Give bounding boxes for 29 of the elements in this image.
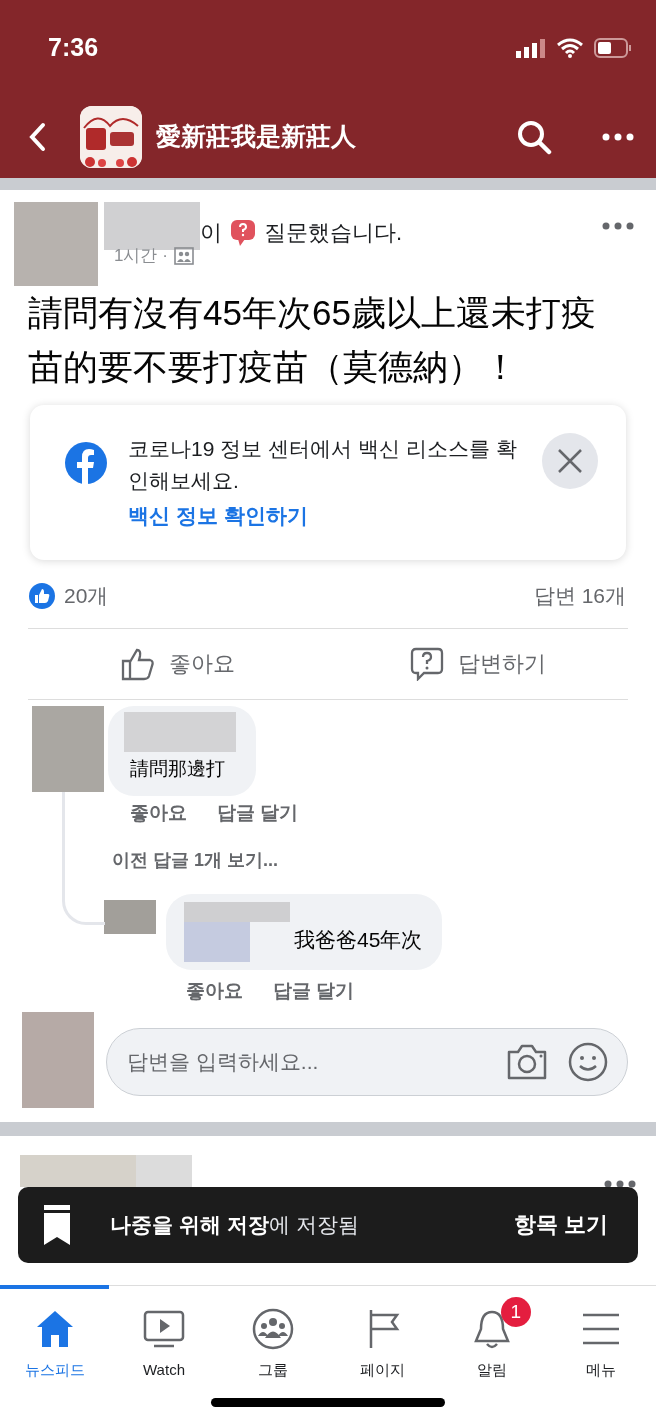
like-count: 20개 bbox=[64, 582, 109, 609]
nav-tab[interactable]: 메뉴 bbox=[546, 1285, 656, 1421]
answer-button[interactable]: 답변하기 bbox=[328, 628, 628, 699]
nav-tab[interactable]: 뉴스피드 bbox=[0, 1285, 110, 1421]
post-action: 질문했습니다. bbox=[264, 219, 403, 247]
answer-count[interactable]: 답변 16개 bbox=[533, 581, 626, 610]
vaccine-info-link[interactable]: 백신 정보 확인하기 bbox=[128, 501, 308, 530]
previous-replies-link[interactable]: 이전 답글 1개 보기... bbox=[112, 849, 279, 870]
group-title: 愛新莊我是新莊人 bbox=[156, 121, 357, 152]
like-link[interactable]: 좋아요 bbox=[130, 799, 187, 826]
comment-text: 請問那邊打 bbox=[129, 756, 225, 781]
notification-badge: 1 bbox=[500, 1297, 531, 1327]
like-button[interactable]: 좋아요 bbox=[28, 628, 328, 699]
view-items-button[interactable]: 항목 보기 bbox=[507, 1209, 614, 1241]
post-text: 請問有沒有45年次65歲以上還未打疫苗的要不要打疫苗（莫德納）！ bbox=[27, 292, 597, 389]
nav-tab[interactable]: Watch bbox=[109, 1285, 219, 1421]
reply-text: 我爸爸45年次 bbox=[294, 926, 423, 953]
info-text: 코로나19 정보 센터에서 백신 리소스를 확인해보세요. bbox=[128, 435, 518, 495]
like-link[interactable]: 좋아요 bbox=[186, 977, 243, 1004]
toast-message: 나중을 위해 저장에 저장됨 bbox=[110, 1212, 360, 1238]
clock-time: 7:36 bbox=[48, 33, 99, 62]
nav-tab[interactable]: 페이지 bbox=[328, 1285, 438, 1421]
reply-link[interactable]: 답글 달기 bbox=[217, 799, 299, 826]
author-suffix: 이 bbox=[200, 219, 222, 247]
post-time: 1시간 · bbox=[114, 245, 168, 267]
reply-link[interactable]: 답글 달기 bbox=[273, 977, 355, 1004]
nav-tab[interactable]: 알림 1 bbox=[437, 1285, 547, 1421]
nav-tab[interactable]: 그룹 bbox=[218, 1285, 328, 1421]
answer-input-field[interactable]: 답변을 입력하세요... bbox=[106, 1027, 628, 1096]
